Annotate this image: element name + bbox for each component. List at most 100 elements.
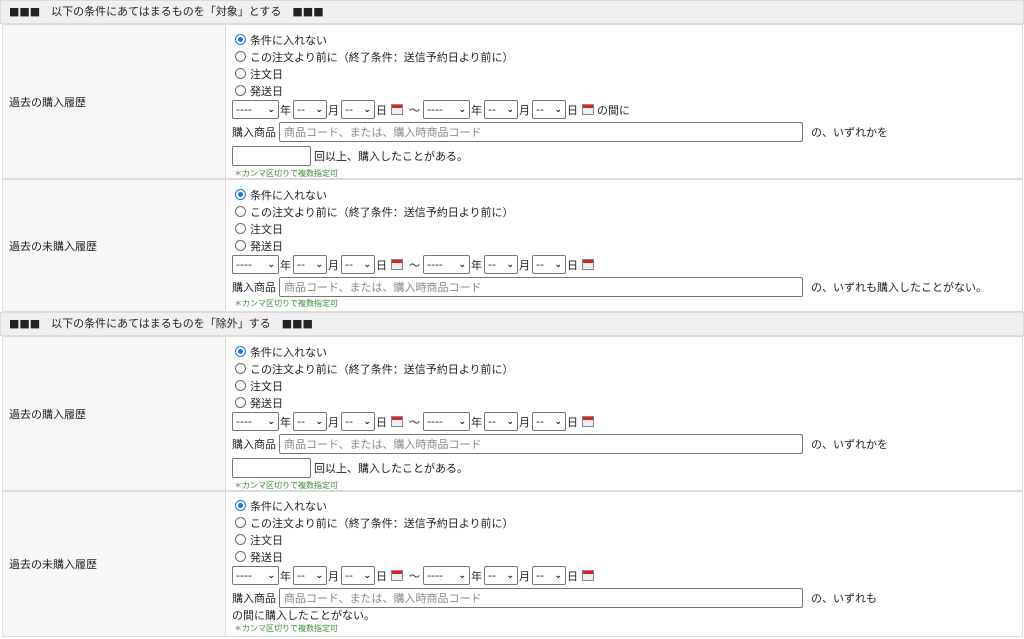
- product-label: 購入商品: [232, 281, 276, 294]
- calendar-icon[interactable]: [391, 570, 403, 581]
- radio-option-before-order[interactable]: この注文より前に（終了条件：送信予約日より前に）: [232, 514, 1022, 531]
- radio-option-ship-date[interactable]: 発送日: [232, 237, 1022, 254]
- from-day-select[interactable]: -- ⌄: [341, 255, 375, 274]
- to-month-select[interactable]: -- ⌄: [484, 100, 518, 119]
- to-year-select[interactable]: ---- ⌄: [423, 412, 470, 431]
- radio-icon[interactable]: [235, 517, 246, 528]
- from-day-select[interactable]: -- ⌄: [341, 100, 375, 119]
- radio-option-ship-date[interactable]: 発送日: [232, 548, 1022, 565]
- from-year-select[interactable]: ---- ⌄: [232, 412, 279, 431]
- radio-icon[interactable]: [235, 34, 246, 45]
- to-day-select[interactable]: -- ⌄: [532, 255, 566, 274]
- radio-icon[interactable]: [235, 534, 246, 545]
- product-code-input[interactable]: 商品コード、または、購入時商品コード: [279, 122, 803, 142]
- row-label: 過去の購入履歴: [3, 337, 226, 490]
- radio-option-order-date[interactable]: 注文日: [232, 531, 1022, 548]
- date-range: ---- ⌄ 年 -- ⌄ 月 -- ⌄ 日 ～ ---- ⌄ 年 -- ⌄ 月 -- ⌄ 日: [232, 565, 1022, 586]
- radio-icon[interactable]: [235, 206, 246, 217]
- chevron-down-icon: ⌄: [315, 416, 323, 427]
- to-year-select[interactable]: ---- ⌄: [423, 100, 470, 119]
- from-year-select[interactable]: ---- ⌄: [232, 566, 279, 585]
- product-code-input[interactable]: 商品コード、または、購入時商品コード: [279, 588, 803, 608]
- from-month-select[interactable]: -- ⌄: [293, 100, 327, 119]
- radio-option-order-date[interactable]: 注文日: [232, 377, 1022, 394]
- radio-icon[interactable]: [235, 380, 246, 391]
- non-purchase-history-row: 過去の未購入履歴 条件に入れない この注文より前に（終了条件：送信予約日より前に…: [2, 491, 1023, 637]
- chevron-down-icon: ⌄: [267, 416, 275, 427]
- product-code-input[interactable]: 商品コード、または、購入時商品コード: [279, 434, 803, 454]
- chevron-down-icon: ⌄: [267, 259, 275, 270]
- radio-icon[interactable]: [235, 500, 246, 511]
- from-month-select[interactable]: -- ⌄: [293, 255, 327, 274]
- radio-option-ship-date[interactable]: 発送日: [232, 394, 1022, 411]
- radio-icon[interactable]: [235, 346, 246, 357]
- radio-option-order-date[interactable]: 注文日: [232, 220, 1022, 237]
- from-year-select[interactable]: ---- ⌄: [232, 100, 279, 119]
- condition-suffix: の、いずれも: [811, 592, 877, 605]
- calendar-icon[interactable]: [391, 416, 403, 427]
- chevron-down-icon: ⌄: [554, 104, 562, 115]
- to-day-select[interactable]: -- ⌄: [532, 566, 566, 585]
- product-label: 購入商品: [232, 438, 276, 451]
- to-year-select[interactable]: ---- ⌄: [423, 566, 470, 585]
- calendar-icon[interactable]: [582, 104, 594, 115]
- from-month-select[interactable]: -- ⌄: [293, 566, 327, 585]
- chevron-down-icon: ⌄: [554, 259, 562, 270]
- date-range: ---- ⌄ 年 -- ⌄ 月 -- ⌄ 日 ～ ---- ⌄ 年 -- ⌄ 月 -- ⌄ 日: [232, 254, 1022, 275]
- radio-option-order-date[interactable]: 注文日: [232, 65, 1022, 82]
- chevron-down-icon: ⌄: [458, 570, 466, 581]
- radio-option-before-order[interactable]: この注文より前に（終了条件：送信予約日より前に）: [232, 48, 1022, 65]
- condition-suffix: の、いずれも購入したことがない。: [811, 281, 987, 294]
- radio-option-before-order[interactable]: この注文より前に（終了条件：送信予約日より前に）: [232, 360, 1022, 377]
- product-label: 購入商品: [232, 592, 276, 605]
- purchase-count-input[interactable]: [232, 146, 311, 166]
- to-month-select[interactable]: -- ⌄: [484, 566, 518, 585]
- from-year-select[interactable]: ---- ⌄: [232, 255, 279, 274]
- chevron-down-icon: ⌄: [458, 104, 466, 115]
- chevron-down-icon: ⌄: [315, 259, 323, 270]
- radio-icon[interactable]: [235, 51, 246, 62]
- purchase-history-row: 過去の購入履歴 条件に入れない この注文より前に（終了条件：送信予約日より前に）…: [2, 24, 1023, 179]
- to-month-select[interactable]: -- ⌄: [484, 255, 518, 274]
- radio-option-none[interactable]: 条件に入れない: [232, 31, 1022, 48]
- section-header-exclude: ■■■ 以下の条件にあてはまるものを「除外」する ■■■: [0, 312, 1024, 336]
- radio-icon[interactable]: [235, 397, 246, 408]
- chevron-down-icon: ⌄: [506, 259, 514, 270]
- radio-option-none[interactable]: 条件に入れない: [232, 186, 1022, 203]
- radio-option-before-order[interactable]: この注文より前に（終了条件：送信予約日より前に）: [232, 203, 1022, 220]
- radio-option-none[interactable]: 条件に入れない: [232, 343, 1022, 360]
- non-purchase-history-row: 過去の未購入履歴 条件に入れない この注文より前に（終了条件：送信予約日より前に…: [2, 179, 1023, 312]
- purchase-history-row: 過去の購入履歴 条件に入れない この注文より前に（終了条件：送信予約日より前に）…: [2, 336, 1023, 491]
- to-day-select[interactable]: -- ⌄: [532, 412, 566, 431]
- product-label: 購入商品: [232, 126, 276, 139]
- radio-option-none[interactable]: 条件に入れない: [232, 497, 1022, 514]
- radio-icon[interactable]: [235, 363, 246, 374]
- comma-hint: ＊カンマ区切りで複数指定可: [234, 299, 338, 308]
- purchase-count-input[interactable]: [232, 458, 311, 478]
- from-day-select[interactable]: -- ⌄: [341, 566, 375, 585]
- between-label: の間に: [597, 103, 630, 117]
- count-suffix: 回以上、購入したことがある。: [314, 462, 468, 475]
- to-month-select[interactable]: -- ⌄: [484, 412, 518, 431]
- to-day-select[interactable]: -- ⌄: [532, 100, 566, 119]
- radio-icon[interactable]: [235, 85, 246, 96]
- radio-option-ship-date[interactable]: 発送日: [232, 82, 1022, 99]
- calendar-icon[interactable]: [582, 416, 594, 427]
- calendar-icon[interactable]: [582, 259, 594, 270]
- non-purchase-note: の間に購入したことがない。: [232, 609, 375, 622]
- radio-icon[interactable]: [235, 223, 246, 234]
- calendar-icon[interactable]: [582, 570, 594, 581]
- radio-icon[interactable]: [235, 240, 246, 251]
- calendar-icon[interactable]: [391, 104, 403, 115]
- product-code-input[interactable]: 商品コード、または、購入時商品コード: [279, 277, 803, 297]
- radio-icon[interactable]: [235, 189, 246, 200]
- from-day-select[interactable]: -- ⌄: [341, 412, 375, 431]
- to-year-select[interactable]: ---- ⌄: [423, 255, 470, 274]
- chevron-down-icon: ⌄: [554, 570, 562, 581]
- calendar-icon[interactable]: [391, 259, 403, 270]
- date-range: ---- ⌄ 年 -- ⌄ 月 -- ⌄ 日 ～ ---- ⌄ 年 -- ⌄ 月 -- ⌄ 日: [232, 411, 1022, 432]
- chevron-down-icon: ⌄: [506, 104, 514, 115]
- from-month-select[interactable]: -- ⌄: [293, 412, 327, 431]
- radio-icon[interactable]: [235, 68, 246, 79]
- radio-icon[interactable]: [235, 551, 246, 562]
